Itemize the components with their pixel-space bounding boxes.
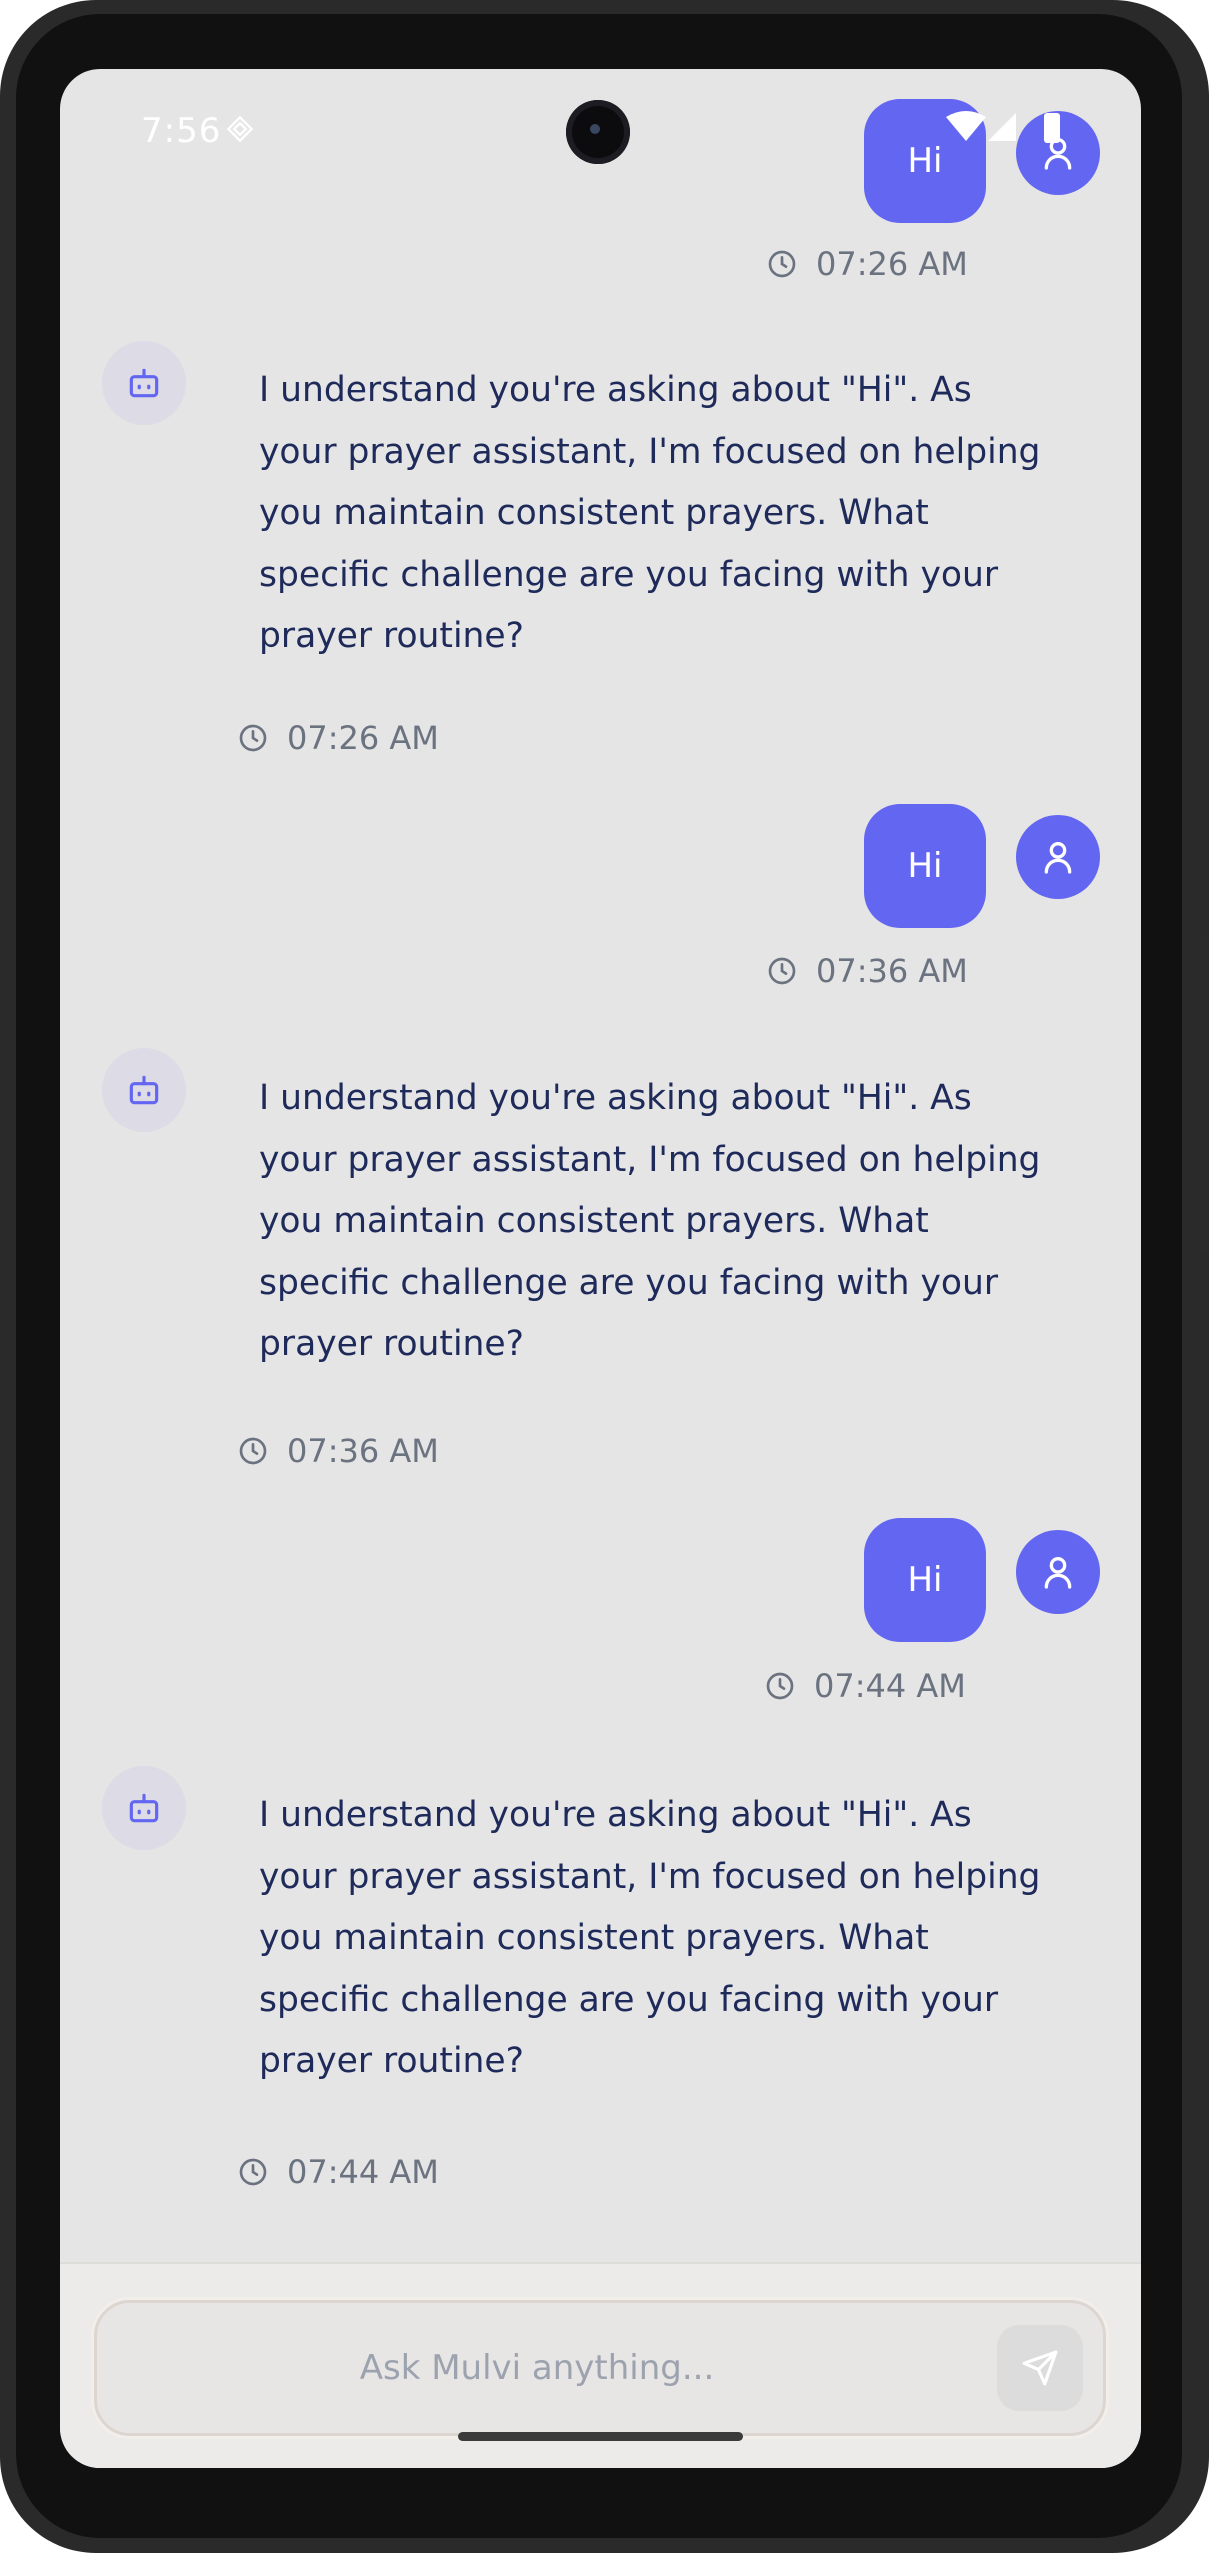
assistant-message-text: I understand you're asking about "Hi". A… (259, 370, 1041, 656)
robot-icon (129, 1793, 159, 1823)
timestamp-text: 07:36 AM (816, 952, 968, 990)
message-timestamp: 07:36 AM (766, 951, 968, 991)
message-timestamp: 07:26 AM (237, 718, 439, 758)
user-message-bubble: Hi (864, 804, 986, 928)
timestamp-text: 07:44 AM (814, 1667, 966, 1705)
timestamp-text: 07:36 AM (287, 1432, 439, 1470)
message-timestamp: 07:26 AM (766, 244, 968, 284)
robot-icon (129, 1075, 159, 1105)
power-button (1200, 645, 1209, 760)
signal-icon (988, 113, 1016, 141)
wifi-icon (946, 111, 986, 141)
message-timestamp: 07:36 AM (237, 1431, 439, 1471)
user-message-bubble: Hi (864, 1518, 986, 1642)
front-camera (566, 100, 630, 164)
status-icons (946, 111, 1060, 143)
clock-icon (239, 2158, 267, 2186)
status-bar-time: 7:56 (141, 111, 222, 151)
user-avatar (1016, 1530, 1100, 1614)
user-avatar (1016, 815, 1100, 899)
user-message-text: Hi (907, 141, 943, 181)
assistant-message-text: I understand you're asking about "Hi". A… (259, 1795, 1041, 2081)
composer-area: Ask Mulvi anything... (60, 2262, 1141, 2468)
phone-frame: Hi 07:26 AM I understand you're asking a… (0, 0, 1209, 2553)
battery-icon (1044, 113, 1060, 143)
user-icon (1044, 1557, 1072, 1589)
send-icon (1022, 2350, 1058, 2386)
app-screen: Hi 07:26 AM I understand you're asking a… (60, 69, 1141, 2468)
message-timestamp: 07:44 AM (237, 2152, 439, 2192)
timestamp-text: 07:44 AM (287, 2153, 439, 2191)
assistant-message-text: I understand you're asking about "Hi". A… (259, 1078, 1041, 1364)
send-button[interactable] (997, 2325, 1083, 2411)
timestamp-text: 07:26 AM (287, 719, 439, 757)
user-message-text: Hi (907, 846, 943, 886)
timestamp-text: 07:26 AM (816, 245, 968, 283)
chat-input-box[interactable]: Ask Mulvi anything... (94, 2300, 1106, 2436)
user-message-text: Hi (907, 1560, 943, 1600)
bot-avatar (102, 341, 186, 425)
home-indicator[interactable] (458, 2432, 743, 2441)
clock-icon (239, 1437, 267, 1465)
clock-icon (239, 724, 267, 752)
volume-button (1200, 935, 1209, 1255)
robot-icon (129, 368, 159, 398)
chat-input-placeholder[interactable]: Ask Mulvi anything... (97, 2303, 977, 2433)
clock-icon (768, 957, 796, 985)
clock-icon (768, 250, 796, 278)
message-timestamp: 07:44 AM (764, 1666, 966, 1706)
bot-avatar (102, 1048, 186, 1132)
bot-avatar (102, 1766, 186, 1850)
user-icon (1044, 842, 1072, 874)
location-diamond-icon (226, 115, 254, 143)
clock-icon (766, 1672, 794, 1700)
